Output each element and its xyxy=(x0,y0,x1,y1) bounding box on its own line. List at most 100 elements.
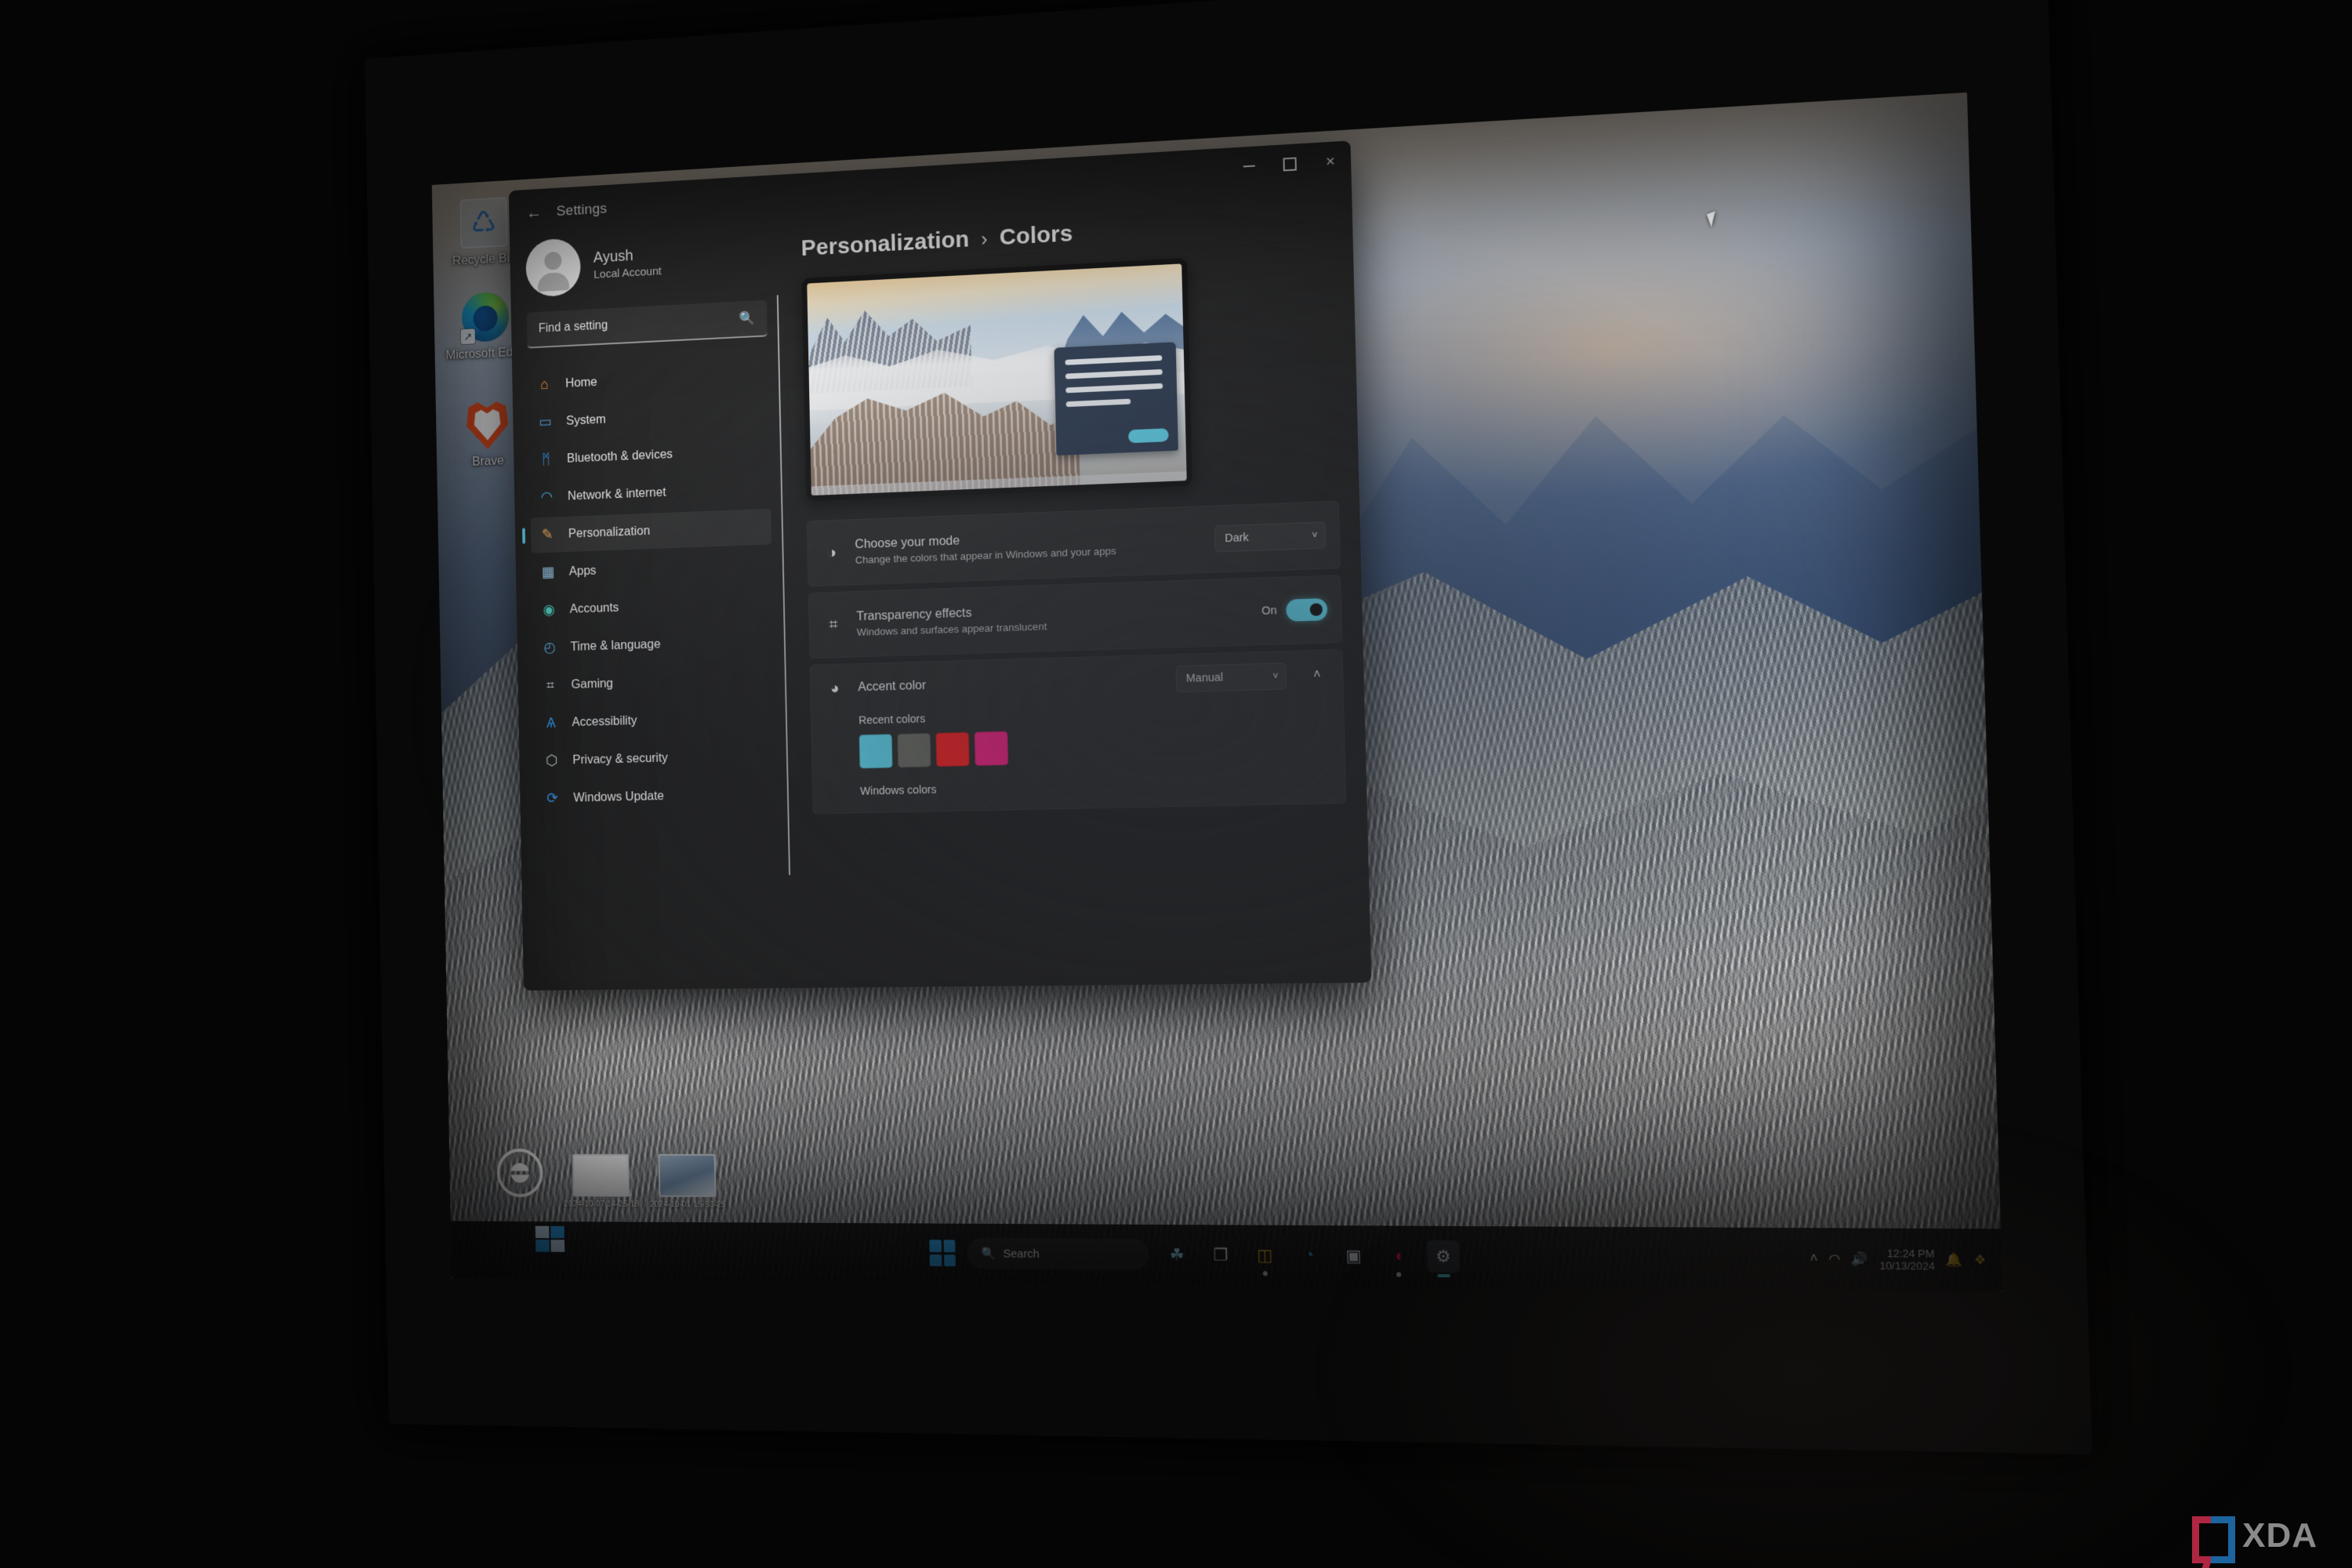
xda-watermark: XDA xyxy=(2192,1516,2318,1563)
minimize-button[interactable] xyxy=(1228,146,1269,187)
sidebar-item-gaming[interactable]: ⌗ Gaming xyxy=(533,661,775,703)
bluetooth-icon: ᛗ xyxy=(542,451,550,468)
setting-title: Accent color xyxy=(858,678,927,695)
windows-start-icon[interactable] xyxy=(929,1240,956,1267)
taskbar-item-file-explorer[interactable]: ◫ xyxy=(1249,1240,1281,1276)
avatar xyxy=(525,238,582,298)
account-person-icon: ◉ xyxy=(543,601,555,619)
update-refresh-icon: ⟳ xyxy=(546,790,559,807)
sidebar-item-accessibility[interactable]: Ѧ Accessibility xyxy=(534,699,775,742)
widgets-icon: ☘ xyxy=(1169,1245,1185,1264)
desktop-file-name: 2024-10-01 15-53-25 xyxy=(649,1200,726,1210)
setting-row-choose-your-mode[interactable]: ◑ Choose your mode Change the colors tha… xyxy=(806,500,1341,587)
system-monitor-icon: ▭ xyxy=(539,414,552,431)
microsoft-edge-icon xyxy=(460,291,510,345)
recent-colors-label: Recent colors xyxy=(858,713,926,728)
taskbar-item-task-view[interactable]: ❐ xyxy=(1205,1239,1237,1271)
app-title: Settings xyxy=(556,201,608,220)
xda-bracket-logo-icon xyxy=(2192,1516,2236,1563)
color-swatch[interactable] xyxy=(858,734,893,769)
recent-colors-swatches xyxy=(858,723,1331,769)
back-arrow-icon[interactable]: ← xyxy=(522,199,547,226)
taskbar-item-widgets[interactable]: ☘ xyxy=(1161,1239,1193,1271)
breadcrumb-parent[interactable]: Personalization xyxy=(800,227,969,261)
show-hidden-icons-chevron[interactable]: ˄ xyxy=(1809,1251,1818,1266)
sidebar-item-privacy-security[interactable]: ⬡ Privacy & security xyxy=(535,738,776,779)
dropdown-value: Dark xyxy=(1225,532,1250,546)
desktop-file-item[interactable]: 2024-10-01 15-53-25 xyxy=(643,1154,732,1210)
tray-date: 10/13/2024 xyxy=(1879,1259,1936,1272)
xda-wordmark: XDA xyxy=(2242,1516,2318,1555)
setting-row-transparency-effects[interactable]: ⌗ Transparency effects Windows and surfa… xyxy=(808,575,1343,659)
sidebar-item-network-internet[interactable]: ◠ Network & internet xyxy=(530,470,771,516)
breadcrumb-current: Colors xyxy=(999,220,1073,251)
settings-main-pane: Personalization › Colors ◑ Choose your m… xyxy=(775,190,1371,989)
accessibility-person-icon: Ѧ xyxy=(546,714,556,731)
chevron-down-icon: ˅ xyxy=(1272,670,1279,682)
preview-window-mockup xyxy=(1054,342,1178,456)
brightness-mode-icon: ◑ xyxy=(827,543,837,561)
brave-browser-icon xyxy=(463,399,511,451)
setting-row-accent-color[interactable]: ◕ Accent color Manual ˅ ˄ Recent colors … xyxy=(809,648,1347,815)
taskbar-item-settings[interactable]: ⚙ xyxy=(1426,1240,1461,1278)
microsoft-edge-icon: ◔ xyxy=(1304,1246,1315,1265)
paintbrush-icon: ✎ xyxy=(541,527,554,543)
image-thumbnail-icon xyxy=(658,1154,717,1198)
account-type: Local Account xyxy=(593,264,662,281)
photo-of-monitor: Recycle Bin Microsoft Edge Brave 202 xyxy=(0,0,2352,1568)
gamepad-icon: ⌗ xyxy=(546,677,555,694)
sidebar-item-label: Windows Update xyxy=(573,789,665,805)
sidebar-item-time-language[interactable]: ◴ Time & language xyxy=(533,623,775,666)
sidebar-item-label: Time & language xyxy=(570,637,661,654)
apps-grid-icon: ▦ xyxy=(541,564,555,581)
sidebar-item-label: Accounts xyxy=(569,601,619,616)
taskbar-search-placeholder: Search xyxy=(1003,1247,1040,1261)
sidebar-item-label: System xyxy=(566,412,606,428)
settings-sidebar: Ayush Local Account Find a setting 🔍 ⌂ H… xyxy=(510,222,791,990)
account-section[interactable]: Ayush Local Account xyxy=(525,223,767,313)
transparency-toggle[interactable] xyxy=(1286,597,1328,622)
search-icon: 🔍 xyxy=(981,1247,996,1261)
accent-mode-dropdown[interactable]: Manual ˅ xyxy=(1175,662,1287,693)
sidebar-item-windows-update[interactable]: ⟳ Windows Update xyxy=(535,776,777,817)
settings-window[interactable]: ← Settings ✕ Ayush Local Account Find a … xyxy=(508,140,1372,991)
taskbar-search-box[interactable]: 🔍 Search xyxy=(967,1237,1149,1271)
sidebar-item-label: Bluetooth & devices xyxy=(566,447,673,466)
maximize-button[interactable] xyxy=(1269,143,1310,184)
sidebar-item-label: Home xyxy=(565,375,597,390)
toggle-state-label: On xyxy=(1261,604,1277,618)
notification-bell-icon[interactable]: 🔔 xyxy=(1945,1252,1963,1269)
taskbar-item-microsoft-edge[interactable]: ◔ xyxy=(1293,1240,1325,1272)
taskbar-item-microsoft-store[interactable]: ▣ xyxy=(1338,1240,1370,1272)
sidebar-item-label: Privacy & security xyxy=(572,750,669,768)
dropdown-value: Manual xyxy=(1185,671,1224,685)
choose-mode-dropdown[interactable]: Dark ˅ xyxy=(1214,521,1327,553)
sidebar-nav: ⌂ Home ▭ System ᛗ Bluetooth & devices ◠ … xyxy=(528,356,777,816)
color-swatch[interactable] xyxy=(935,731,970,768)
sidebar-item-label: Personalization xyxy=(568,524,651,541)
palette-icon: ◕ xyxy=(829,679,840,697)
chevron-up-icon[interactable]: ˄ xyxy=(1305,663,1329,688)
circle-slash-logo-icon xyxy=(496,1149,544,1198)
monitor: Recycle Bin Microsoft Edge Brave 202 xyxy=(365,0,2092,1455)
monitor-osd-windows-logo xyxy=(535,1225,565,1252)
taskbar-item-office-lens[interactable]: ◖ xyxy=(1382,1240,1415,1277)
speaker-volume-icon[interactable]: 🔊 xyxy=(1851,1251,1868,1268)
color-swatch[interactable] xyxy=(974,731,1009,767)
color-swatch[interactable] xyxy=(897,732,931,768)
colorful-app-tray-icon[interactable]: ❖ xyxy=(1973,1252,1986,1269)
close-button[interactable]: ✕ xyxy=(1309,140,1352,182)
recycle-bin-icon xyxy=(459,197,508,249)
wifi-icon[interactable]: ◠ xyxy=(1828,1251,1841,1268)
sidebar-item-label: Gaming xyxy=(571,676,614,691)
screen: Recycle Bin Microsoft Edge Brave 202 xyxy=(431,92,2003,1292)
chevron-down-icon: ˅ xyxy=(1312,529,1318,542)
tray-clock[interactable]: 12:24 PM 10/13/2024 xyxy=(1879,1247,1936,1272)
search-icon: 🔍 xyxy=(739,310,756,326)
sidebar-item-apps[interactable]: ▦ Apps xyxy=(532,546,773,590)
desktop-file-item[interactable]: 2024-10-07 14-25-18 xyxy=(557,1154,645,1210)
sidebar-item-personalization[interactable]: ✎ Personalization xyxy=(530,508,772,554)
sidebar-item-accounts[interactable]: ◉ Accounts xyxy=(532,585,774,629)
file-explorer-icon: ◫ xyxy=(1257,1246,1273,1265)
sidebar-item-label: Apps xyxy=(568,564,597,579)
